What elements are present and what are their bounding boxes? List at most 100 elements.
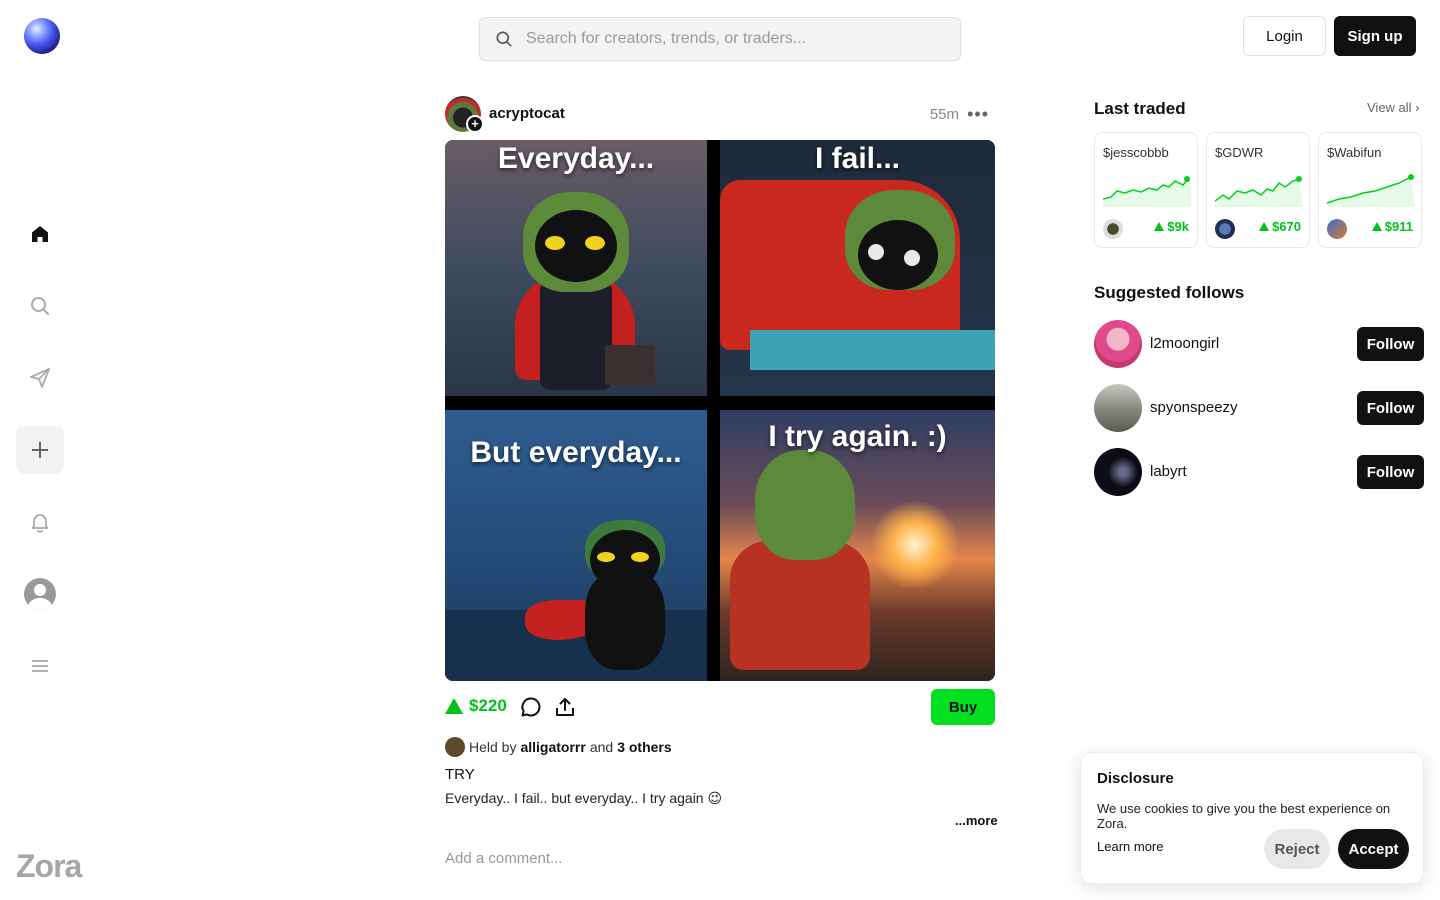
up-triangle-icon	[1154, 222, 1165, 231]
comment-icon[interactable]	[519, 695, 543, 719]
follow-button[interactable]: Follow	[1357, 327, 1424, 361]
trade-value: $9k	[1154, 219, 1189, 234]
up-triangle-icon	[445, 698, 463, 714]
cat-eye	[631, 552, 649, 562]
cookie-banner: Disclosure We use cookies to give you th…	[1080, 752, 1424, 884]
held-and: and	[589, 739, 614, 755]
trade-card[interactable]: $GDWR $670	[1206, 132, 1310, 248]
comic-panel-4: I try again. :)	[720, 410, 995, 681]
trade-value-text: $911	[1384, 219, 1413, 234]
cat-hood	[755, 450, 855, 560]
signup-button[interactable]: Sign up	[1334, 16, 1416, 56]
holder-name[interactable]: alligatorrr	[520, 739, 585, 755]
accept-button[interactable]: Accept	[1338, 829, 1409, 869]
sidebar-item-home[interactable]	[16, 210, 64, 258]
post-image[interactable]: Everyday... I fail... But everyday... I …	[445, 140, 995, 681]
post-header: + acryptocat 55m •••	[445, 96, 995, 133]
search-icon	[496, 31, 512, 47]
suggested-user-row: l2moongirl Follow	[1094, 320, 1424, 368]
sidebar-item-profile[interactable]	[16, 570, 64, 618]
trade-value-text: $670	[1272, 219, 1301, 234]
cat-eye	[904, 250, 920, 266]
plus-icon	[32, 442, 48, 458]
sun	[870, 500, 960, 590]
up-triangle-icon	[1371, 222, 1382, 231]
trade-value: $911	[1371, 219, 1413, 234]
search-bar[interactable]	[479, 17, 961, 61]
follow-button[interactable]: Follow	[1357, 455, 1424, 489]
cat-eye	[868, 244, 884, 260]
panel-caption: I try again. :)	[768, 420, 947, 453]
more-link[interactable]: ...more	[955, 813, 998, 828]
reject-button[interactable]: Reject	[1264, 829, 1330, 869]
sidebar-item-search[interactable]	[16, 282, 64, 330]
suggested-user-row: labyrt Follow	[1094, 448, 1424, 496]
suggested-follows-title: Suggested follows	[1094, 283, 1245, 302]
trade-ticker: $Wabifun	[1327, 145, 1382, 160]
search-input[interactable]	[526, 30, 926, 48]
cookie-text: We use cookies to give you the best expe…	[1097, 801, 1391, 831]
login-button[interactable]: Login	[1243, 16, 1326, 56]
sparkline-chart	[1103, 176, 1191, 207]
view-all-link[interactable]: View all ›	[1367, 100, 1420, 115]
trade-avatar	[1327, 219, 1347, 239]
user-name[interactable]: labyrt	[1150, 463, 1187, 480]
held-prefix: Held by	[469, 739, 517, 755]
trade-avatar	[1103, 219, 1123, 239]
bell-icon	[31, 514, 49, 533]
bed	[750, 330, 995, 370]
cat-body	[540, 280, 612, 390]
comic-panel-3: But everyday...	[445, 410, 707, 681]
last-traded-title: Last traded	[1094, 99, 1186, 118]
cat-eye	[545, 236, 565, 250]
cat-eye	[597, 552, 615, 562]
trade-card[interactable]: $Wabifun $911	[1318, 132, 1422, 248]
post-title: TRY	[445, 766, 475, 783]
learn-more-link[interactable]: Learn more	[1097, 839, 1163, 854]
avatar	[24, 578, 56, 610]
follow-plus-icon[interactable]: +	[466, 115, 484, 133]
holder-avatar[interactable]	[445, 737, 465, 757]
sidebar-item-notifications[interactable]	[16, 498, 64, 546]
user-avatar[interactable]	[1094, 384, 1142, 432]
post-time: 55m	[929, 106, 959, 123]
suggested-user-row: spyonspeezy Follow	[1094, 384, 1424, 432]
menu-icon	[32, 660, 48, 672]
share-icon[interactable]	[553, 695, 577, 719]
comment-input[interactable]	[445, 847, 995, 869]
more-options-icon[interactable]: •••	[967, 104, 989, 125]
price-change[interactable]: $220	[445, 696, 507, 716]
cat-eye	[585, 236, 605, 250]
trade-card[interactable]: $jesscobbb $9k	[1094, 132, 1198, 248]
sidebar: Zora	[0, 0, 82, 900]
held-by: Held by alligatorrr and 3 others	[445, 737, 676, 757]
user-avatar[interactable]	[1094, 448, 1142, 496]
panel-caption: Everyday...	[497, 142, 655, 175]
trade-ticker: $GDWR	[1215, 145, 1264, 160]
post-body: Everyday.. I fail.. but everyday.. I try…	[445, 790, 723, 806]
panel-caption: But everyday...	[470, 436, 682, 469]
comic-panel-2: I fail...	[720, 140, 995, 396]
zora-logo-orb[interactable]	[24, 18, 60, 54]
sidebar-item-menu[interactable]	[16, 642, 64, 690]
sparkline-chart	[1327, 174, 1415, 207]
briefcase	[605, 345, 655, 385]
user-avatar[interactable]	[1094, 320, 1142, 368]
buy-button[interactable]: Buy	[931, 689, 995, 725]
price-value: $220	[469, 696, 507, 715]
trade-ticker: $jesscobbb	[1103, 145, 1169, 160]
creator-name[interactable]: acryptocat	[489, 105, 565, 122]
cookie-title: Disclosure	[1097, 770, 1174, 787]
trade-value-text: $9k	[1167, 219, 1189, 234]
follow-button[interactable]: Follow	[1357, 391, 1424, 425]
sidebar-item-messages[interactable]	[16, 354, 64, 402]
held-others-link[interactable]: 3 others	[617, 739, 671, 755]
sidebar-item-create[interactable]	[16, 426, 64, 474]
comic-panel-1: Everyday...	[445, 140, 707, 396]
send-icon	[30, 368, 50, 388]
user-name[interactable]: l2moongirl	[1150, 335, 1219, 352]
trade-avatar	[1215, 219, 1235, 239]
post-actions: $220 Buy	[445, 689, 995, 725]
zora-wordmark[interactable]: Zora	[16, 848, 82, 885]
user-name[interactable]: spyonspeezy	[1150, 399, 1238, 416]
